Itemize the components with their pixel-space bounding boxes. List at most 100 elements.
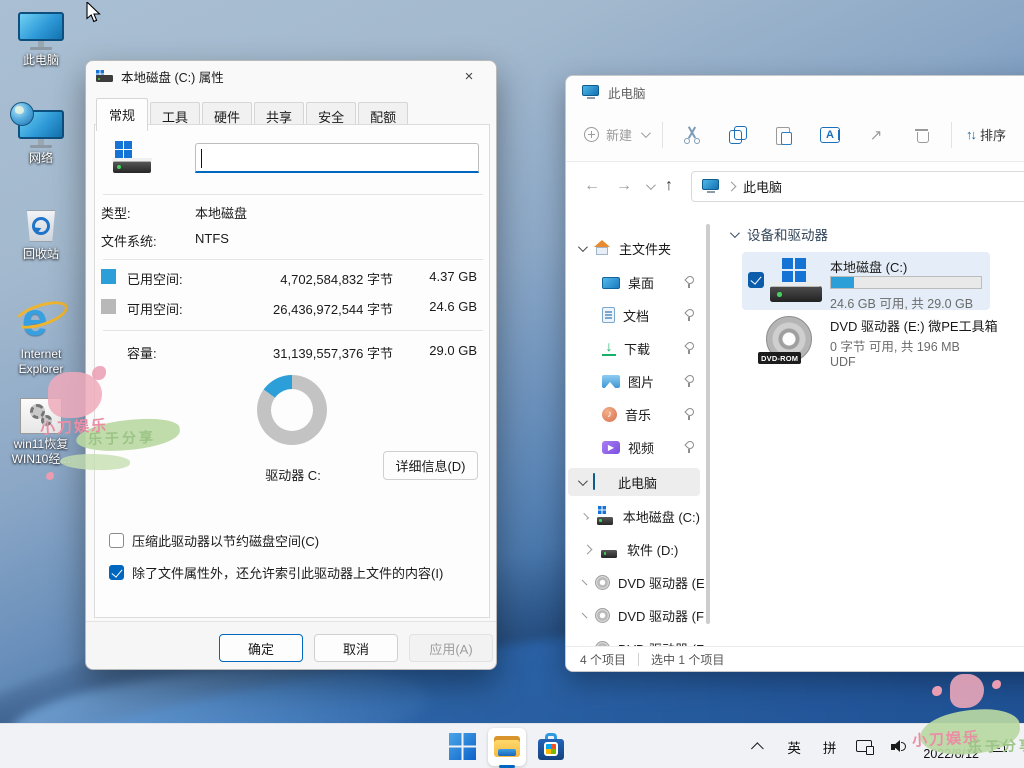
paste-icon xyxy=(776,126,792,144)
chevron-right-icon[interactable] xyxy=(582,612,588,618)
chevron-right-icon[interactable] xyxy=(582,579,588,585)
drive-c-icon xyxy=(597,510,615,526)
forward-button[interactable]: → xyxy=(616,177,632,195)
cancel-button[interactable]: 取消 xyxy=(314,634,398,662)
nav-item-desktop[interactable]: 桌面 xyxy=(568,268,700,296)
history-chevron-icon[interactable] xyxy=(646,180,656,190)
compress-checkbox[interactable] xyxy=(109,533,124,548)
clock[interactable]: 14:55 2022/8/12 xyxy=(923,732,979,762)
desktop-icon-label: win11恢复 WIN10经... xyxy=(2,437,80,467)
file-explorer-taskbar-button[interactable] xyxy=(488,728,526,766)
dialog-titlebar: 本地磁盘 (C:) 属性 × xyxy=(86,61,496,91)
hidden-icons-chevron[interactable] xyxy=(751,742,764,755)
new-button[interactable]: 新建 xyxy=(584,125,648,144)
free-space-bytes: 26,436,972,544 字节 xyxy=(223,299,393,318)
dvd-e-filesystem: UDF xyxy=(830,355,856,369)
details-button[interactable]: 详细信息(D) xyxy=(383,451,478,480)
notification-bell-icon[interactable]: z xyxy=(991,739,1008,755)
compress-checkbox-row[interactable]: 压缩此驱动器以节约磁盘空间(C) xyxy=(109,531,319,550)
index-checkbox-row[interactable]: 除了文件属性外，还允许索引此驱动器上文件的内容(I) xyxy=(109,563,443,582)
clock-time: 14:55 xyxy=(923,732,979,747)
nav-item-home[interactable]: 主文件夹 xyxy=(568,234,700,262)
item-checkbox[interactable] xyxy=(748,272,764,288)
devices-section-header[interactable]: 设备和驱动器 xyxy=(730,224,828,244)
used-space-legend xyxy=(101,269,116,284)
general-tab-page: 类型: 本地磁盘 文件系统: NTFS 已用空间: 4,702,584,832 … xyxy=(94,124,490,618)
rename-button[interactable]: A xyxy=(807,118,853,152)
drive-c-usage-fill xyxy=(831,277,854,288)
explorer-body: 主文件夹 桌面 文档 ↓ 下载 图片 xyxy=(566,210,1024,646)
dialog-footer: 确定 取消 应用(A) xyxy=(86,621,496,669)
rename-icon: A xyxy=(820,127,840,143)
nav-item-dvd-e[interactable]: DVD 驱动器 (E xyxy=(568,568,700,596)
pin-icon xyxy=(684,441,696,453)
this-pc-icon xyxy=(582,85,599,99)
share-icon: ↗ xyxy=(870,126,883,144)
chevron-right-icon[interactable] xyxy=(583,544,593,554)
nav-item-this-pc[interactable]: 此电脑 xyxy=(568,468,700,496)
taskbar-center-icons xyxy=(440,724,573,768)
dvd-e-item[interactable]: DVD-ROM DVD 驱动器 (E:) 微PE工具箱 0 字节 可用, 共 1… xyxy=(742,314,990,376)
desktop-icon-internet-explorer[interactable]: e Internet Explorer xyxy=(2,294,80,377)
type-label: 类型: xyxy=(101,203,131,222)
volume-label-input[interactable] xyxy=(195,143,479,173)
ok-button[interactable]: 确定 xyxy=(219,634,303,662)
share-button[interactable]: ↗ xyxy=(853,118,899,152)
nav-item-dvd-f[interactable]: DVD 驱动器 (F xyxy=(568,601,700,629)
chevron-down-icon[interactable] xyxy=(578,242,588,252)
drive-icon-large xyxy=(113,141,153,175)
up-button[interactable]: ↑ xyxy=(665,177,673,195)
explorer-navbar: ← → ↑ 此电脑 xyxy=(566,162,1024,210)
filesystem-label: 文件系统: xyxy=(101,231,157,250)
chevron-down-icon[interactable] xyxy=(578,476,588,486)
desktop-icon-this-pc[interactable]: 此电脑 xyxy=(2,12,80,68)
active-indicator xyxy=(499,765,515,768)
free-space-legend xyxy=(101,299,116,314)
cut-button[interactable] xyxy=(669,118,715,152)
ime-language-indicator[interactable]: 英 xyxy=(787,737,801,757)
sort-button[interactable]: ↑↓ 排序 xyxy=(966,125,1006,144)
nav-item-downloads[interactable]: ↓ 下载 xyxy=(568,334,700,362)
new-button-label: 新建 xyxy=(606,125,632,144)
index-checkbox[interactable] xyxy=(109,565,124,580)
nav-item-documents[interactable]: 文档 xyxy=(568,301,700,329)
file-explorer-window: 此电脑 新建 A ↗ ↑↓ 排序 ← → ↑ 此电脑 xyxy=(565,75,1024,672)
nav-pane-scrollbar[interactable] xyxy=(706,224,710,624)
nav-item-drive-c[interactable]: 本地磁盘 (C:) xyxy=(568,502,700,530)
nav-item-music[interactable]: ♪ 音乐 xyxy=(568,400,700,428)
nav-item-pictures[interactable]: 图片 xyxy=(568,367,700,395)
back-button[interactable]: ← xyxy=(584,177,600,195)
microsoft-store-button[interactable] xyxy=(538,733,564,760)
nav-item-dvd-f2[interactable]: DVD 驱动器 (F:) xyxy=(568,634,700,646)
chevron-right-icon[interactable] xyxy=(582,513,589,520)
copy-button[interactable] xyxy=(715,118,761,152)
delete-button[interactable] xyxy=(899,118,945,152)
desktop-icon-network[interactable]: 网络 xyxy=(2,110,80,166)
close-icon[interactable]: × xyxy=(452,64,486,88)
drive-d-icon xyxy=(601,543,619,559)
explorer-toolbar: 新建 A ↗ ↑↓ 排序 xyxy=(566,108,1024,162)
pictures-icon xyxy=(602,375,620,388)
taskbar: 英 拼 14:55 2022/8/12 z xyxy=(0,723,1024,768)
breadcrumb-chevron-icon xyxy=(727,181,737,191)
desktop-icon-recycle-bin[interactable]: 回收站 xyxy=(2,204,80,262)
network-monitor-icon xyxy=(18,110,64,148)
navigation-pane: 主文件夹 桌面 文档 ↓ 下载 图片 xyxy=(566,210,706,646)
drive-c-item[interactable]: 本地磁盘 (C:) 24.6 GB 可用, 共 29.0 GB xyxy=(742,252,990,310)
nav-item-drive-d[interactable]: 软件 (D:) xyxy=(568,535,700,563)
desktop-icon-win11-restore[interactable]: win11恢复 WIN10经... xyxy=(2,398,80,467)
nav-item-videos[interactable]: ▶ 视频 xyxy=(568,433,700,461)
volume-icon[interactable] xyxy=(891,740,908,754)
disk-usage-donut-chart xyxy=(257,375,327,445)
network-icon[interactable] xyxy=(856,740,873,754)
paste-button[interactable] xyxy=(761,118,807,152)
file-explorer-icon xyxy=(494,736,520,758)
start-button[interactable] xyxy=(449,733,476,760)
explorer-title: 此电脑 xyxy=(608,83,646,102)
address-bar[interactable]: 此电脑 xyxy=(691,171,1024,202)
documents-icon xyxy=(602,307,615,323)
breadcrumb[interactable]: 此电脑 xyxy=(743,177,782,196)
ime-mode-indicator[interactable]: 拼 xyxy=(823,737,837,757)
tab-general[interactable]: 常规 xyxy=(96,98,148,131)
sort-button-label: 排序 xyxy=(980,125,1006,144)
